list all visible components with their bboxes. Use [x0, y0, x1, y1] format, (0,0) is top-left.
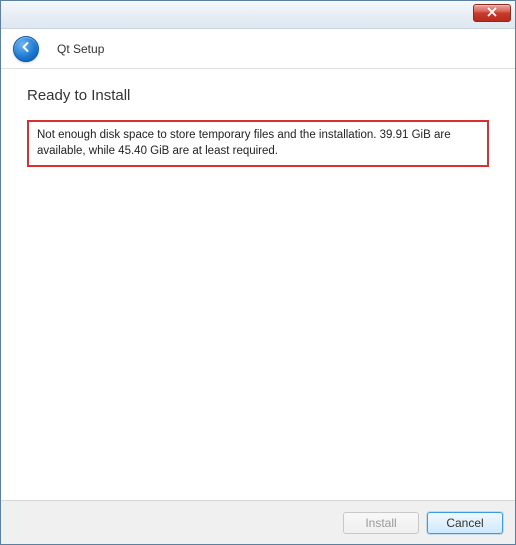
error-message-text: Not enough disk space to store temporary… — [37, 129, 451, 157]
cancel-button[interactable]: Cancel — [427, 512, 503, 534]
close-button[interactable] — [473, 4, 511, 22]
header: Qt Setup — [1, 29, 515, 69]
close-icon — [487, 6, 497, 20]
arrow-left-icon — [19, 40, 33, 57]
install-button: Install — [343, 512, 419, 534]
content-area: Ready to Install Not enough disk space t… — [1, 69, 515, 500]
titlebar — [1, 1, 515, 29]
error-message-box: Not enough disk space to store temporary… — [27, 120, 489, 167]
footer: Install Cancel — [1, 500, 515, 544]
page-heading: Ready to Install — [27, 87, 489, 104]
back-button[interactable] — [13, 36, 39, 62]
window-title: Qt Setup — [57, 42, 104, 56]
